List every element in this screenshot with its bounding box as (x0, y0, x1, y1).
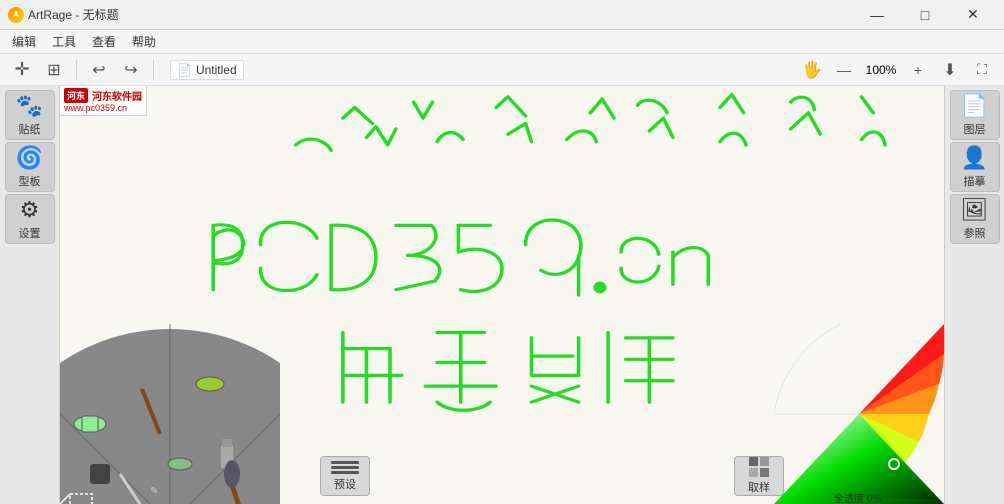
tracing-label: 描摹 (964, 173, 986, 189)
sampling-label: 取样 (748, 479, 770, 495)
logo-badge: 河东 (64, 88, 88, 103)
template-label: 型板 (19, 173, 41, 189)
redo-button[interactable]: ↪ (117, 57, 145, 83)
undo-icon: ↩ (92, 60, 105, 80)
undo-button[interactable]: ↩ (85, 57, 113, 83)
tracing-button[interactable]: 👤 描摹 (950, 142, 1000, 192)
toolbar-separator-1 (76, 60, 77, 80)
preset-line-3 (331, 471, 359, 474)
sampling-cell-1 (749, 457, 758, 466)
sampling-cell-2 (760, 457, 769, 466)
grid-icon: ⊞ (47, 60, 60, 80)
preset-button[interactable]: 预设 (320, 456, 370, 496)
reference-button[interactable]: 🖼 参照 (950, 194, 1000, 244)
zoom-in-icon: + (914, 62, 922, 78)
move-icon: ✛ (14, 59, 29, 80)
zoom-controls: — 100% + (830, 57, 932, 83)
app-icon: A (8, 7, 24, 23)
layers-button[interactable]: 📄 图层 (950, 90, 1000, 140)
sticker-label: 贴纸 (19, 121, 41, 137)
sampling-cell-4 (760, 468, 769, 477)
fullscreen-button[interactable]: ⛶ (968, 57, 996, 83)
settings-button[interactable]: ⚙ 设置 (5, 194, 55, 244)
zoom-out-icon: — (837, 62, 851, 78)
title-bar: A ArtRage - 无标题 — □ ✕ (0, 0, 1004, 30)
left-panel: 🐾 贴纸 🌀 型板 ⚙ 设置 (0, 86, 60, 504)
toolbar-separator-2 (153, 60, 154, 80)
toolbar-right: 🖐 — 100% + ⬇ ⛶ (798, 57, 996, 83)
redo-icon: ↪ (124, 60, 137, 80)
template-button[interactable]: 🌀 型板 (5, 142, 55, 192)
menu-edit[interactable]: 编辑 (4, 30, 44, 53)
zoom-level: 100% (862, 63, 900, 77)
hand-tool-button[interactable]: 🖐 (798, 57, 826, 83)
preset-label: 预设 (334, 476, 356, 492)
window-controls: — □ ✕ (854, 0, 996, 30)
sticker-icon: 🐾 (16, 93, 43, 119)
tool-wheel[interactable]: T ✎ (60, 304, 260, 504)
fullscreen-icon: ⛶ (977, 61, 987, 78)
logo-url: www.pc0359.cn (64, 103, 142, 113)
download-icon: ⬇ (943, 60, 956, 80)
sampling-icon (749, 457, 769, 477)
logo-overlay: 河东 河东软件园 www.pc0359.cn (60, 86, 147, 116)
title-bar-left: A ArtRage - 无标题 (8, 6, 119, 23)
tool-wheel-svg[interactable]: T ✎ (60, 304, 280, 504)
toolbar: ✛ ⊞ ↩ ↪ 📄 Untitled 🖐 — 100% + ⬇ ⛶ (0, 54, 1004, 86)
sticker-button[interactable]: 🐾 贴纸 (5, 90, 55, 140)
download-button[interactable]: ⬇ (936, 57, 964, 83)
color-wheel-svg[interactable]: 全透度 0% (774, 324, 944, 504)
app-logo: A ArtRage - 无标题 (8, 6, 119, 23)
right-panel: 📄 图层 👤 描摹 🖼 参照 (944, 86, 1004, 504)
zoom-in-button[interactable]: + (904, 57, 932, 83)
svg-text:全透度 0%: 全透度 0% (834, 492, 881, 504)
main-area: 🐾 贴纸 🌀 型板 ⚙ 设置 河东 河东软件园 www.pc0359.cn (0, 86, 1004, 504)
document-icon: 📄 (177, 63, 192, 77)
minimize-button[interactable]: — (854, 0, 900, 30)
app-title: ArtRage - 无标题 (28, 6, 119, 23)
close-button[interactable]: ✕ (950, 0, 996, 30)
preset-line-1 (331, 461, 359, 464)
layers-icon: 📄 (961, 93, 988, 119)
document-name: Untitled (196, 63, 237, 77)
settings-label: 设置 (19, 225, 41, 241)
color-wheel[interactable]: 全透度 0% (774, 324, 944, 504)
grid-button[interactable]: ⊞ (40, 57, 68, 83)
sampling-cell-3 (749, 468, 758, 477)
menu-bar: 编辑 工具 查看 帮助 (0, 30, 1004, 54)
logo-site: 河东软件园 (92, 88, 142, 103)
canvas-area[interactable]: 河东 河东软件园 www.pc0359.cn (60, 86, 944, 504)
menu-help[interactable]: 帮助 (124, 30, 164, 53)
settings-icon: ⚙ (20, 197, 40, 223)
reference-label: 参照 (964, 225, 986, 241)
svg-text:✎: ✎ (150, 486, 158, 497)
tracing-icon: 👤 (961, 145, 988, 171)
menu-view[interactable]: 查看 (84, 30, 124, 53)
layers-label: 图层 (964, 121, 986, 137)
zoom-out-button[interactable]: — (830, 57, 858, 83)
hand-icon: 🖐 (802, 60, 822, 80)
preset-line-2 (331, 466, 359, 469)
preset-icon (331, 461, 359, 474)
move-tool-button[interactable]: ✛ (8, 57, 36, 83)
maximize-button[interactable]: □ (902, 0, 948, 30)
menu-tools[interactable]: 工具 (44, 30, 84, 53)
template-icon: 🌀 (16, 145, 43, 171)
reference-icon: 🖼 (961, 197, 989, 223)
document-name-display: 📄 Untitled (170, 60, 244, 80)
